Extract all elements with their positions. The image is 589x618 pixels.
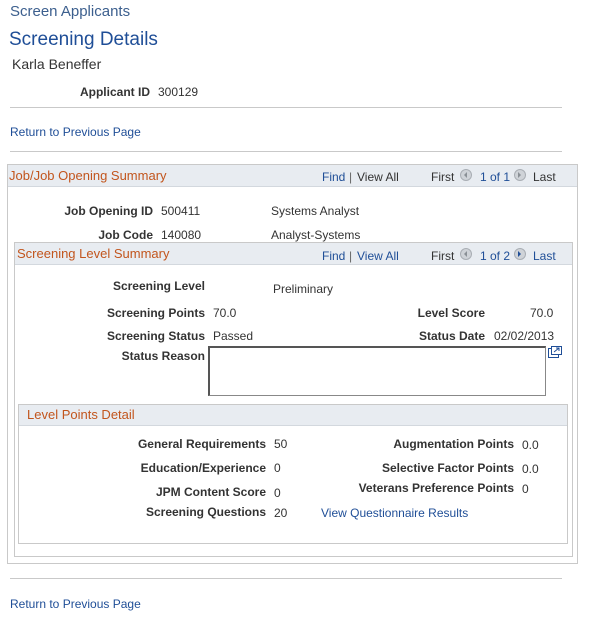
screening-next-icon[interactable] [514,246,526,260]
screening-last-link[interactable]: Last [533,249,556,263]
screening-find-link[interactable]: Find [322,249,345,263]
screening-questions-value: 20 [274,506,288,520]
screening-status-value: Passed [213,329,254,343]
general-requirements-value: 50 [274,437,288,451]
job-opening-id-label: Job Opening ID [64,204,153,218]
job-first-label: First [431,170,455,184]
job-code-value: 140080 [161,228,202,242]
screening-points-value: 70.0 [213,306,237,320]
view-questionnaire-results-link[interactable]: View Questionnaire Results [321,506,468,520]
chevron-left-icon [460,247,472,260]
augmentation-points-label: Augmentation Points [393,437,514,451]
screening-prev-icon[interactable] [460,246,472,260]
level-score-value: 70.0 [530,306,554,320]
screening-summary-title: Screening Level Summary [17,246,170,261]
chevron-right-icon [514,168,526,181]
return-link-top[interactable]: Return to Previous Page [10,125,141,139]
screening-points-label: Screening Points [106,306,205,320]
divider [10,151,562,152]
expand-window-icon[interactable] [548,346,562,358]
job-count: 1 of 1 [480,170,511,184]
job-summary-title: Job/Job Opening Summary [9,168,167,183]
veterans-preference-points-value: 0 [522,482,529,496]
screening-status-label: Screening Status [106,329,205,343]
level-score-label: Level Score [417,306,485,320]
status-reason-field[interactable] [208,346,546,396]
screening-count: 1 of 2 [480,249,511,263]
general-requirements-label: General Requirements [137,437,266,451]
job-opening-desc: Systems Analyst [271,204,360,218]
selective-factor-points-value: 0.0 [522,462,539,476]
job-code-desc: Analyst-Systems [271,228,361,242]
applicant-name: Karla Beneffer [12,56,102,72]
breadcrumb[interactable]: Screen Applicants [10,3,130,20]
status-reason-label: Status Reason [121,349,205,363]
job-next-icon[interactable] [514,167,526,181]
screening-view-all-link[interactable]: View All [357,249,399,263]
screening-first-label: First [431,249,455,263]
job-view-all-link[interactable]: View All [357,170,399,184]
job-prev-icon[interactable] [460,167,472,181]
job-separator: | [349,170,353,184]
screening-level-label: Screening Level [112,279,205,293]
applicant-id-value: 300129 [158,85,199,99]
chevron-right-icon [514,247,526,260]
job-opening-id-value: 500411 [161,204,201,218]
job-code-label: Job Code [98,228,153,242]
education-experience-value: 0 [274,461,281,475]
status-date-value: 02/02/2013 [494,329,555,343]
job-find-link[interactable]: Find [322,170,345,184]
level-points-title: Level Points Detail [27,407,135,422]
screening-questions-label: Screening Questions [145,505,266,519]
divider [10,107,562,108]
return-link-bottom[interactable]: Return to Previous Page [10,597,141,611]
screening-level-value: Preliminary [273,282,334,296]
jpm-content-score-value: 0 [274,486,281,500]
chevron-left-icon [460,168,472,181]
augmentation-points-value: 0.0 [522,438,539,452]
selective-factor-points-label: Selective Factor Points [381,461,514,475]
jpm-content-score-label: JPM Content Score [155,485,266,499]
education-experience-label: Education/Experience [140,461,266,475]
divider [10,578,562,579]
job-last-label: Last [533,170,556,184]
veterans-preference-points-label: Veterans Preference Points [358,481,514,495]
applicant-id-label: Applicant ID [79,85,150,99]
screening-separator: | [349,249,353,263]
status-date-label: Status Date [418,329,485,343]
page-title: Screening Details [9,29,158,50]
